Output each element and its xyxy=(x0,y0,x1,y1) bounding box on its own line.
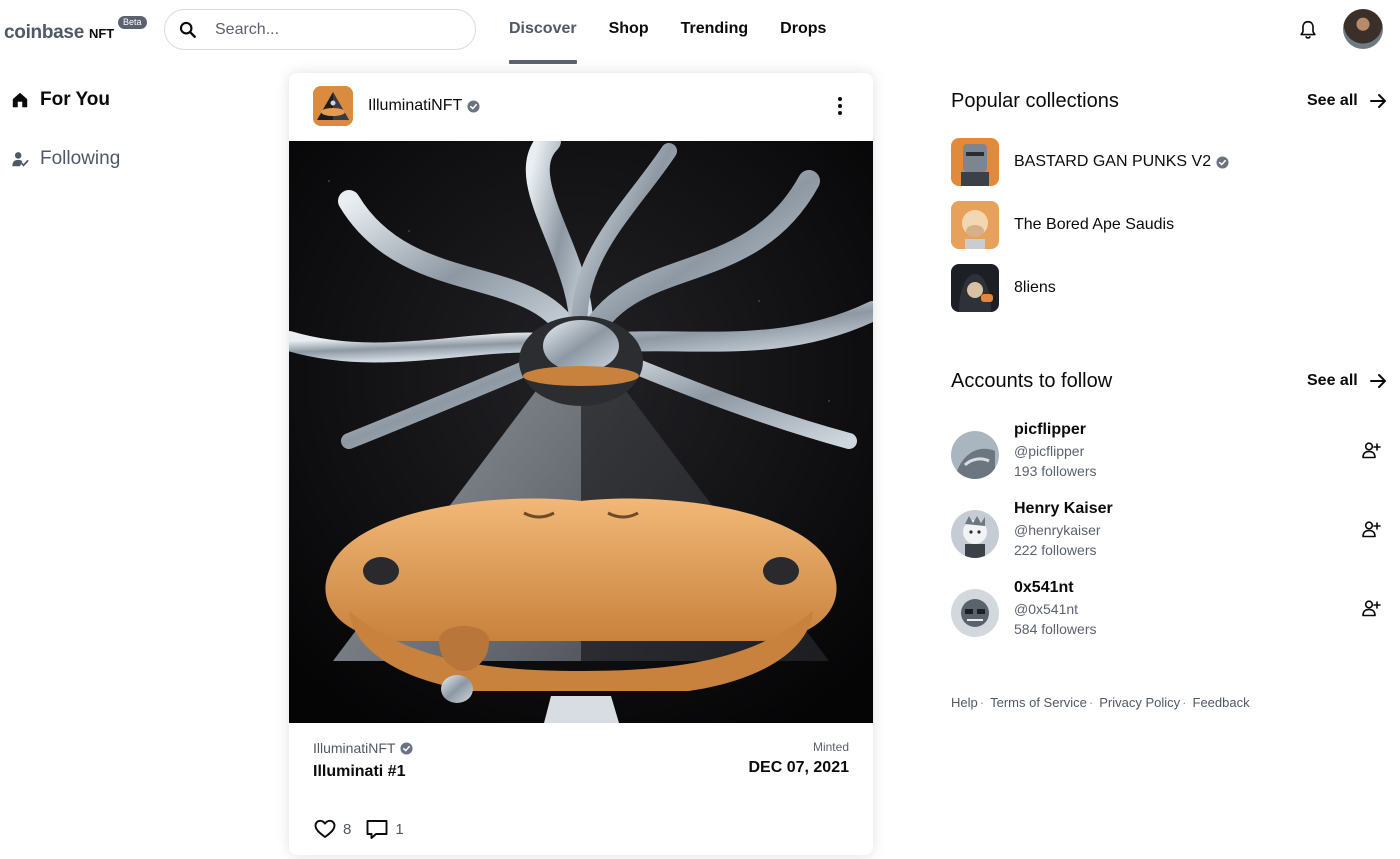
account-followers: 584 followers xyxy=(1014,621,1097,637)
footer-links: Help · Terms of Service · Privacy Policy · … xyxy=(951,695,1250,710)
user-avatar[interactable] xyxy=(1343,9,1383,49)
collection-thumbnail xyxy=(951,201,999,249)
collection-row[interactable]: BASTARD GAN PUNKS V2 xyxy=(951,138,1229,186)
account-handle: @0x541nt xyxy=(1014,601,1079,617)
account-handle: @picflipper xyxy=(1014,443,1085,459)
accounts-to-follow-title: Accounts to follow xyxy=(951,370,1113,392)
minted-date: DEC 07, 2021 xyxy=(748,759,849,776)
illuminati-logo-image xyxy=(313,86,353,126)
collection-name-text: IlluminatiNFT xyxy=(368,97,463,114)
collection-row[interactable]: 8liens xyxy=(951,264,1056,312)
nft-post-card: IlluminatiNFT IlluminatiNFT Illuminati #… xyxy=(289,73,873,855)
nav-drops[interactable]: Drops xyxy=(780,0,826,64)
top-bar: coinbase NFT Beta Discover Shop Trending… xyxy=(0,0,1400,64)
footer-separator: · xyxy=(1182,695,1187,710)
collection-thumbnail xyxy=(951,264,999,312)
footer-link-help[interactable]: Help xyxy=(951,695,978,710)
see-all-label: See all xyxy=(1307,92,1358,109)
collection-name-text: 8liens xyxy=(1014,279,1056,296)
collection-avatar[interactable] xyxy=(313,86,353,126)
nav-trending[interactable]: Trending xyxy=(681,0,749,64)
collection-name: The Bored Ape Saudis xyxy=(1014,216,1174,234)
account-followers: 193 followers xyxy=(1014,463,1097,479)
post-collection-link[interactable]: IlluminatiNFT xyxy=(313,740,414,756)
footer-separator: · xyxy=(1088,695,1094,710)
account-avatar[interactable] xyxy=(951,510,999,558)
footer-link-privacy[interactable]: Privacy Policy xyxy=(1099,695,1180,710)
sidebar-item-following[interactable]: Following xyxy=(11,148,120,170)
heart-icon[interactable] xyxy=(313,817,337,841)
account-name[interactable]: Henry Kaiser xyxy=(1014,500,1113,518)
more-options-icon[interactable] xyxy=(829,95,851,117)
account-avatar[interactable] xyxy=(951,589,999,637)
logo-wordmark: coinbase xyxy=(4,22,84,43)
comment-icon[interactable] xyxy=(365,817,389,841)
post-collection-name[interactable]: IlluminatiNFT xyxy=(368,97,480,115)
sidebar-item-label: Following xyxy=(40,148,121,169)
popular-see-all-link[interactable]: See all xyxy=(1307,91,1388,111)
popular-collections-title: Popular collections xyxy=(951,90,1119,112)
collection-name: 8liens xyxy=(1014,279,1056,297)
sidebar-item-for-you[interactable]: For You xyxy=(11,89,110,111)
collection-name-text: The Bored Ape Saudis xyxy=(1014,216,1175,233)
add-user-icon[interactable] xyxy=(1361,440,1381,460)
reactions-bar: 8 1 xyxy=(313,817,418,841)
verified-icon xyxy=(467,99,480,113)
footer-link-terms[interactable]: Terms of Service xyxy=(990,695,1087,710)
account-row: 0x541nt @0x541nt 584 followers xyxy=(951,579,1391,639)
collection-name: BASTARD GAN PUNKS V2 xyxy=(1014,153,1229,171)
nft-artwork-image[interactable] xyxy=(289,141,873,723)
account-avatar[interactable] xyxy=(951,431,999,479)
account-name[interactable]: picflipper xyxy=(1014,421,1086,439)
nav-shop[interactable]: Shop xyxy=(609,0,649,64)
account-handle: @henrykaiser xyxy=(1014,522,1101,538)
collection-row[interactable]: The Bored Ape Saudis xyxy=(951,201,1174,249)
user-check-icon xyxy=(12,152,29,167)
accounts-see-all-link[interactable]: See all xyxy=(1307,371,1388,391)
footer-separator: · xyxy=(979,695,985,710)
verified-icon xyxy=(1216,155,1229,169)
collection-name-text: BASTARD GAN PUNKS V2 xyxy=(1014,153,1212,170)
like-count: 8 xyxy=(343,820,352,838)
collection-thumbnail xyxy=(951,138,999,186)
post-footer: IlluminatiNFT Illuminati #1 Minted DEC 0… xyxy=(289,723,873,855)
illuminati-artwork xyxy=(289,141,873,723)
see-all-label: See all xyxy=(1307,372,1358,389)
nft-title[interactable]: Illuminati #1 xyxy=(313,763,405,781)
search-bar[interactable] xyxy=(164,9,476,50)
bell-icon[interactable] xyxy=(1297,19,1319,41)
account-row: picflipper @picflipper 193 followers xyxy=(951,421,1391,481)
search-icon xyxy=(179,21,196,38)
arrow-right-icon xyxy=(1369,94,1386,108)
beta-badge: Beta xyxy=(118,16,147,29)
arrow-right-icon xyxy=(1369,374,1386,388)
account-row: Henry Kaiser @henrykaiser 222 followers xyxy=(951,500,1391,560)
add-user-icon[interactable] xyxy=(1361,519,1381,539)
coinbase-nft-logo[interactable]: coinbase NFT Beta xyxy=(4,16,147,44)
post-header: IlluminatiNFT xyxy=(289,73,873,141)
main-nav: Discover Shop Trending Drops xyxy=(509,0,858,64)
home-icon xyxy=(12,92,28,108)
sidebar-item-label: For You xyxy=(40,89,111,110)
comment-count: 1 xyxy=(395,820,404,838)
nav-discover[interactable]: Discover xyxy=(509,0,577,64)
verified-icon xyxy=(400,741,414,755)
account-followers: 222 followers xyxy=(1014,542,1097,558)
add-user-icon[interactable] xyxy=(1361,598,1381,618)
minted-label: Minted xyxy=(812,740,849,754)
search-input[interactable] xyxy=(215,20,445,39)
account-name[interactable]: 0x541nt xyxy=(1014,579,1074,597)
logo-nft-label: NFT xyxy=(88,26,115,41)
footer-link-feedback[interactable]: Feedback xyxy=(1193,695,1250,710)
collection-name-text: IlluminatiNFT xyxy=(313,740,396,756)
